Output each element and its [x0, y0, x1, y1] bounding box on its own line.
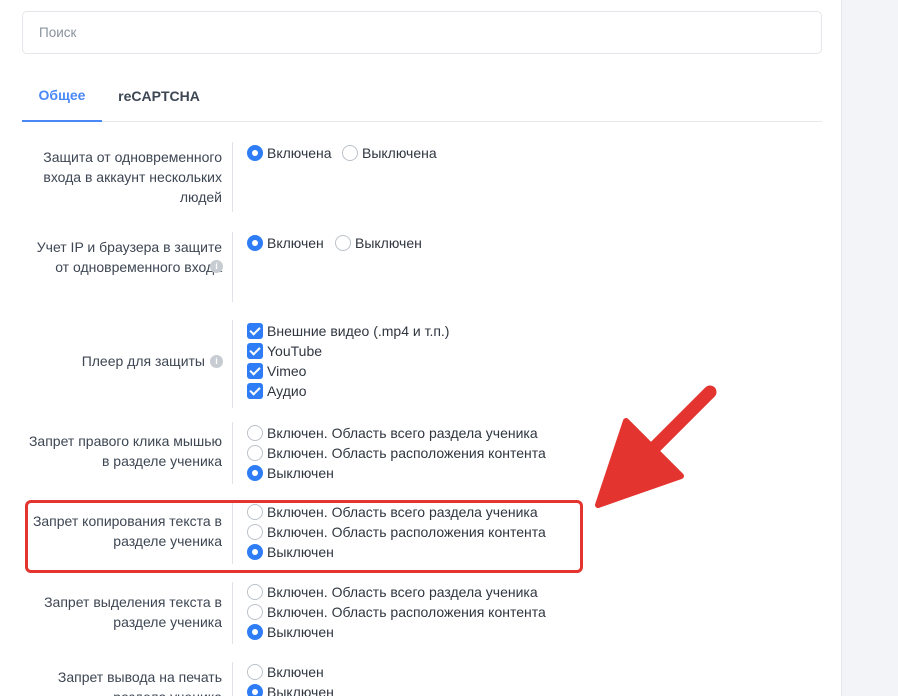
radio-option[interactable]: Включен. Область расположения контента — [247, 443, 546, 463]
setting-label: Запрет правого клика мышью в разделе уче… — [28, 433, 222, 469]
checkbox-checked-icon[interactable] — [247, 343, 263, 359]
radio-selected-icon[interactable] — [247, 235, 263, 251]
radio-option[interactable]: Включен. Область всего раздела ученика — [247, 423, 538, 443]
radio-unselected-icon[interactable] — [342, 145, 358, 161]
radio-option[interactable]: Включен. Область всего раздела ученика — [247, 502, 538, 522]
divider — [232, 422, 233, 484]
setting-label: Плеер для защиты — [81, 353, 205, 369]
radio-selected-icon[interactable] — [247, 465, 263, 481]
checkbox-checked-icon[interactable] — [247, 383, 263, 399]
setting-row-player: Плеер для защиты i Внешние видео (.mp4 и… — [0, 320, 841, 410]
setting-label: Запрет вывода на печать раздела ученика — [57, 669, 222, 696]
radio-unselected-icon[interactable] — [247, 584, 263, 600]
radio-option[interactable]: Выключена — [342, 143, 437, 163]
checkbox-checked-icon[interactable] — [247, 363, 263, 379]
tab-bar: Общее reCAPTCHA — [22, 70, 822, 122]
setting-row-print: Запрет вывода на печать раздела ученика … — [0, 662, 841, 696]
radio-option[interactable]: Включен. Область всего раздела ученика — [247, 582, 538, 602]
settings-panel: Общее reCAPTCHA Защита от одновременного… — [0, 0, 842, 696]
checkbox-option[interactable]: YouTube — [247, 341, 322, 361]
radio-option[interactable]: Выключен — [247, 682, 334, 696]
radio-option[interactable]: Включен — [247, 233, 324, 253]
setting-label: Защита от одновременного входа в аккаунт… — [43, 149, 222, 205]
radio-option[interactable]: Включен. Область расположения контента — [247, 602, 546, 622]
radio-selected-icon[interactable] — [247, 145, 263, 161]
tab-recaptcha[interactable]: reCAPTCHA — [102, 70, 216, 122]
setting-row-right-click: Запрет правого клика мышью в разделе уче… — [0, 422, 841, 486]
setting-label: Запрет копирования текста в разделе учен… — [32, 513, 222, 549]
checkbox-option[interactable]: Vimeo — [247, 361, 306, 381]
setting-row-copy-text: Запрет копирования текста в разделе учен… — [0, 502, 841, 566]
info-icon[interactable]: i — [210, 260, 223, 273]
divider — [232, 142, 233, 212]
radio-unselected-icon[interactable] — [247, 524, 263, 540]
setting-label: Учет IP и браузера в защите от одновреме… — [36, 239, 222, 275]
radio-option[interactable]: Выключен — [247, 463, 334, 483]
radio-selected-icon[interactable] — [247, 544, 263, 560]
radio-selected-icon[interactable] — [247, 684, 263, 696]
radio-unselected-icon[interactable] — [247, 504, 263, 520]
checkbox-checked-icon[interactable] — [247, 323, 263, 339]
radio-unselected-icon[interactable] — [247, 445, 263, 461]
tab-general[interactable]: Общее — [22, 70, 102, 122]
radio-option[interactable]: Выключен — [247, 622, 334, 642]
radio-option[interactable]: Включена — [247, 143, 332, 163]
radio-option[interactable]: Выключен — [247, 542, 334, 562]
radio-unselected-icon[interactable] — [247, 664, 263, 680]
divider — [232, 582, 233, 644]
divider — [232, 502, 233, 564]
radio-option[interactable]: Выключен — [335, 233, 422, 253]
info-icon[interactable]: i — [210, 355, 223, 368]
radio-selected-icon[interactable] — [247, 624, 263, 640]
checkbox-option[interactable]: Аудио — [247, 381, 307, 401]
setting-row-select-text: Запрет выделения текста в разделе ученик… — [0, 582, 841, 646]
divider — [232, 662, 233, 696]
setting-label: Запрет выделения текста в разделе ученик… — [44, 594, 222, 630]
divider — [232, 232, 233, 302]
radio-option[interactable]: Включен. Область расположения контента — [247, 522, 546, 542]
radio-unselected-icon[interactable] — [247, 425, 263, 441]
search-input[interactable] — [22, 11, 822, 54]
divider — [232, 320, 233, 408]
radio-unselected-icon[interactable] — [335, 235, 351, 251]
setting-row-concurrent-login: Защита от одновременного входа в аккаунт… — [0, 142, 841, 214]
setting-row-ip-browser: Учет IP и браузера в защите от одновреме… — [0, 232, 841, 304]
radio-option[interactable]: Включен — [247, 662, 324, 682]
checkbox-option[interactable]: Внешние видео (.mp4 и т.п.) — [247, 321, 449, 341]
radio-unselected-icon[interactable] — [247, 604, 263, 620]
